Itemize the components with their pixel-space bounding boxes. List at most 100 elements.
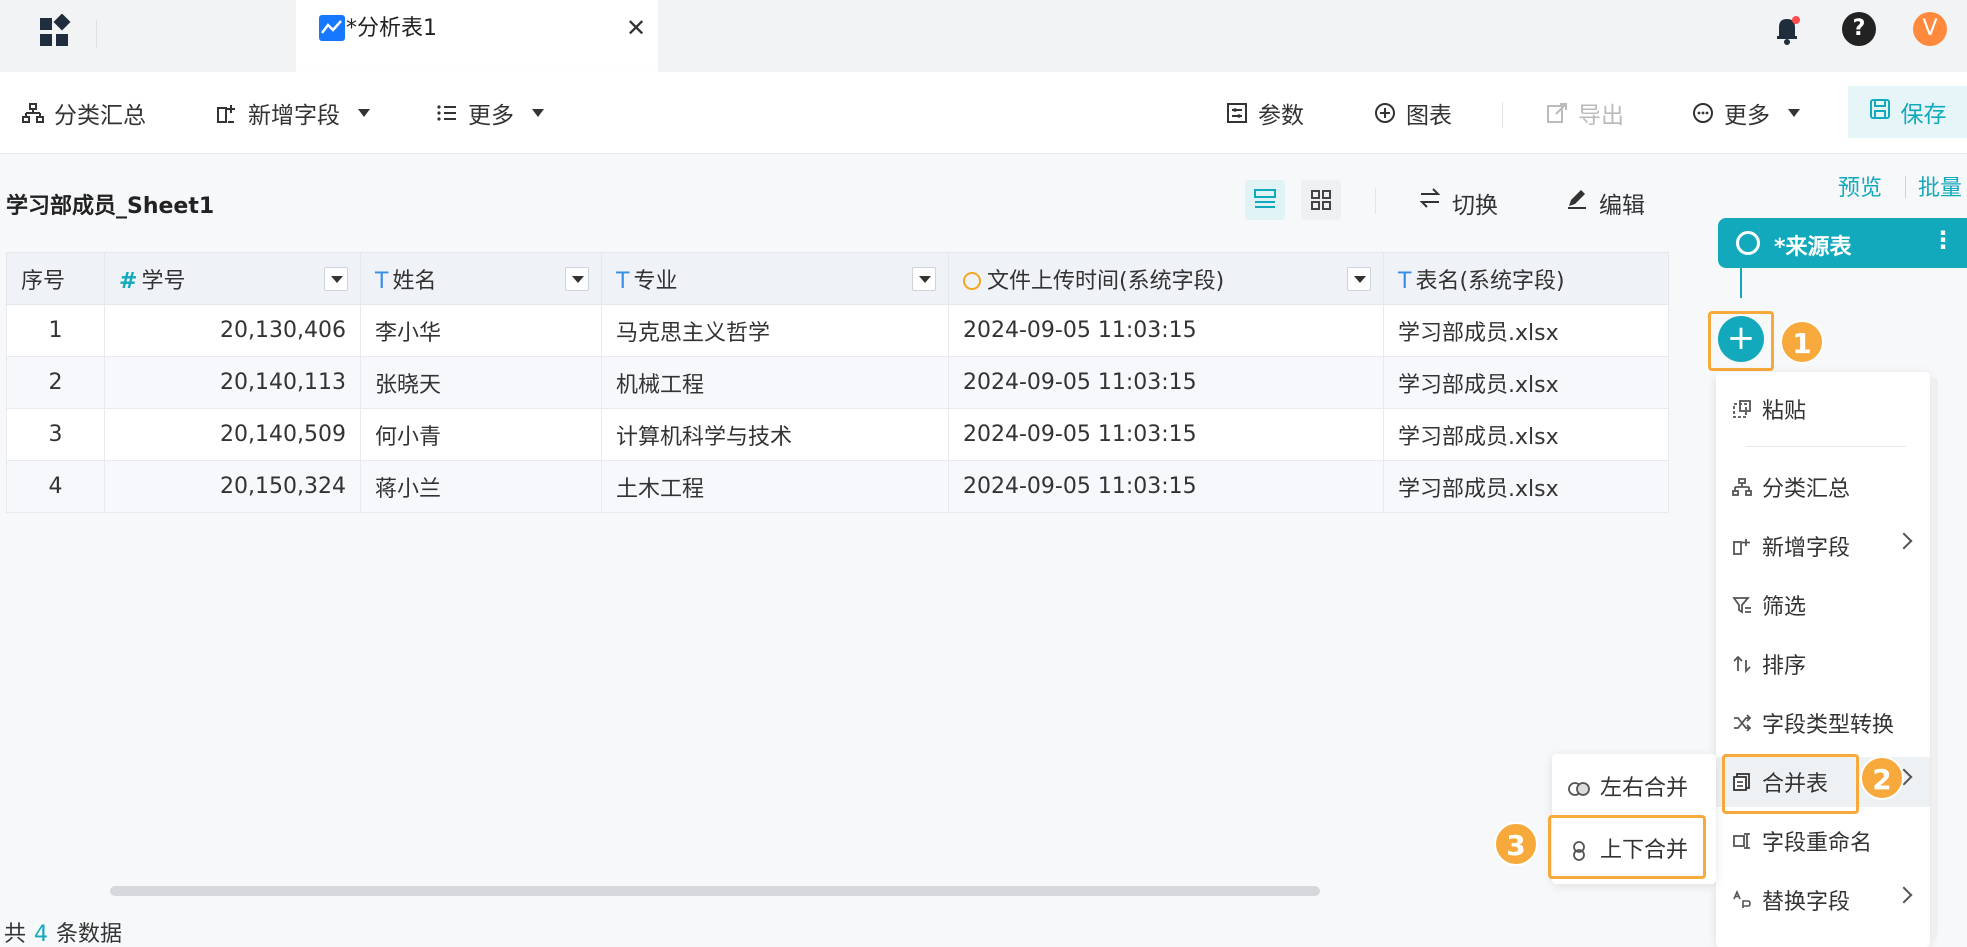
- edit-label: 编辑: [1599, 193, 1645, 219]
- menu-item-sort[interactable]: 排序: [1716, 639, 1930, 689]
- more-right-label: 更多: [1724, 103, 1770, 129]
- column-dropdown-icon[interactable]: [324, 267, 348, 291]
- add-field-icon: [216, 102, 238, 124]
- paste-icon: [1732, 399, 1752, 419]
- add-field-label: 新增字段: [248, 103, 340, 129]
- column-dropdown-icon[interactable]: [565, 267, 589, 291]
- tab-label: *分析表1: [346, 16, 437, 41]
- menu-item-replace-field[interactable]: 替换字段: [1716, 875, 1930, 925]
- more-left-label: 更多: [468, 103, 514, 129]
- chevron-down-icon: [1788, 109, 1800, 117]
- table-row[interactable]: 2 20,140,113 张晓天 机械工程 2024-09-05 11:03:1…: [6, 356, 1669, 409]
- menu-item-type-convert[interactable]: 字段类型转换: [1716, 698, 1930, 748]
- tab-analysis[interactable]: *分析表1 ✕: [296, 0, 658, 72]
- main-area: 学习部成员_Sheet1 切换 编辑 序号 # 学号 T 姓名 T 专业 文件上传时间…: [0, 154, 1690, 947]
- hierarchy-icon: [1732, 477, 1752, 497]
- toolbar-divider: [1502, 102, 1503, 128]
- plus-circle-icon: [1374, 102, 1396, 124]
- text-type-icon: T: [375, 268, 389, 294]
- save-label: 保存: [1900, 102, 1947, 128]
- step3-highlight: [1548, 815, 1706, 879]
- column-dropdown-icon[interactable]: [1347, 267, 1371, 291]
- group-summary-label: 分类汇总: [54, 103, 146, 129]
- text-type-icon: T: [1398, 268, 1412, 294]
- add-field-button[interactable]: 新增字段: [216, 94, 370, 132]
- apps-icon[interactable]: [38, 13, 74, 50]
- sort-icon: [1732, 654, 1752, 674]
- help-icon[interactable]: ?: [1842, 12, 1876, 46]
- submenu-item-left-right[interactable]: 左右合并: [1552, 758, 1716, 814]
- horizontal-scrollbar[interactable]: [110, 886, 1320, 896]
- step-badge-3: 3: [1494, 822, 1538, 866]
- chart-tab-icon: [319, 15, 345, 41]
- close-icon[interactable]: ✕: [626, 14, 646, 42]
- table-row[interactable]: 3 20,140,509 何小青 计算机科学与技术 2024-09-05 11:…: [6, 408, 1669, 461]
- step2-highlight: [1722, 754, 1859, 814]
- menu-item-rename-field[interactable]: 字段重命名: [1716, 816, 1930, 866]
- chart-label: 图表: [1406, 103, 1452, 129]
- avatar[interactable]: V: [1913, 12, 1947, 46]
- target-icon: [1736, 231, 1760, 255]
- grid-view-icon[interactable]: [1301, 180, 1341, 220]
- menu-scrollbar[interactable]: [1932, 378, 1938, 938]
- menu-divider: [1746, 446, 1906, 447]
- add-node-button[interactable]: +: [1718, 316, 1764, 362]
- params-icon: [1226, 102, 1248, 124]
- export-button[interactable]: 导出: [1546, 94, 1624, 132]
- chevron-down-icon: [532, 109, 544, 117]
- more-right-button[interactable]: 更多: [1692, 94, 1800, 132]
- column-header[interactable]: 文件上传时间(系统字段): [948, 252, 1384, 305]
- swap-icon: [1418, 186, 1442, 220]
- more-circle-icon: [1692, 102, 1714, 124]
- text-type-icon: T: [616, 268, 630, 294]
- menu-item-add-field[interactable]: 新增字段: [1716, 521, 1930, 571]
- column-header[interactable]: # 学号: [104, 252, 361, 305]
- top-bar: *分析表1 ✕ ? V: [0, 0, 1967, 72]
- edit-button[interactable]: 编辑: [1565, 186, 1645, 220]
- number-type-icon: #: [119, 268, 138, 294]
- rename-icon: [1732, 831, 1752, 851]
- menu-item-paste[interactable]: 粘贴: [1716, 384, 1930, 434]
- table-header-row: 序号 # 学号 T 姓名 T 专业 文件上传时间(系统字段) T 表名(系统字段): [6, 252, 1669, 305]
- step-badge-2: 2: [1860, 756, 1904, 800]
- column-header[interactable]: T 表名(系统字段): [1383, 252, 1669, 305]
- chevron-down-icon: [358, 109, 370, 117]
- column-header[interactable]: T 专业: [601, 252, 949, 305]
- tab-divider: [96, 20, 97, 48]
- panel-divider: [1905, 176, 1906, 198]
- add-field-icon: [1732, 536, 1752, 556]
- list-view-icon[interactable]: [1245, 180, 1285, 220]
- source-table-node[interactable]: *来源表 ⋮: [1718, 218, 1967, 268]
- more-left-button[interactable]: 更多: [436, 94, 544, 132]
- step-badge-1: 1: [1780, 320, 1824, 364]
- batch-link[interactable]: 批量: [1918, 170, 1962, 202]
- column-header[interactable]: T 姓名: [360, 252, 602, 305]
- sheet-title: 学习部成员_Sheet1: [6, 194, 215, 219]
- preview-link[interactable]: 预览: [1838, 170, 1882, 202]
- switch-button[interactable]: 切换: [1418, 186, 1498, 220]
- chart-button[interactable]: 图表: [1374, 94, 1452, 132]
- data-table: 序号 # 学号 T 姓名 T 专业 文件上传时间(系统字段) T 表名(系统字段) 1 …: [6, 252, 1669, 513]
- switch-label: 切换: [1452, 193, 1498, 219]
- menu-item-group-summary[interactable]: 分类汇总: [1716, 462, 1930, 512]
- params-button[interactable]: 参数: [1226, 94, 1304, 132]
- column-header[interactable]: 序号: [6, 252, 105, 305]
- chevron-right-icon: [1895, 532, 1913, 550]
- more-vertical-icon[interactable]: ⋮: [1931, 226, 1955, 254]
- bell-icon[interactable]: [1770, 12, 1804, 46]
- join-icon: [1568, 778, 1590, 796]
- toolbar: 分类汇总 新增字段 更多 参数 图表 导出 更多 保存: [0, 72, 1967, 154]
- chevron-right-icon: [1895, 886, 1913, 904]
- add-node-menu: 粘贴 分类汇总 新增字段 筛选 排序 字段类型转换 合并表 字段重命名 替换字段: [1716, 372, 1930, 947]
- save-icon: [1869, 98, 1891, 126]
- filter-icon: [1732, 595, 1752, 615]
- column-dropdown-icon[interactable]: [912, 267, 936, 291]
- table-row[interactable]: 4 20,150,324 蒋小兰 土木工程 2024-09-05 11:03:1…: [6, 460, 1669, 513]
- menu-item-filter[interactable]: 筛选: [1716, 580, 1930, 630]
- group-summary-button[interactable]: 分类汇总: [22, 94, 146, 132]
- save-button[interactable]: 保存: [1848, 86, 1967, 138]
- shuffle-icon: [1732, 713, 1752, 733]
- list-icon: [436, 102, 458, 124]
- flow-connector: [1740, 268, 1742, 298]
- table-row[interactable]: 1 20,130,406 李小华 马克思主义哲学 2024-09-05 11:0…: [6, 304, 1669, 357]
